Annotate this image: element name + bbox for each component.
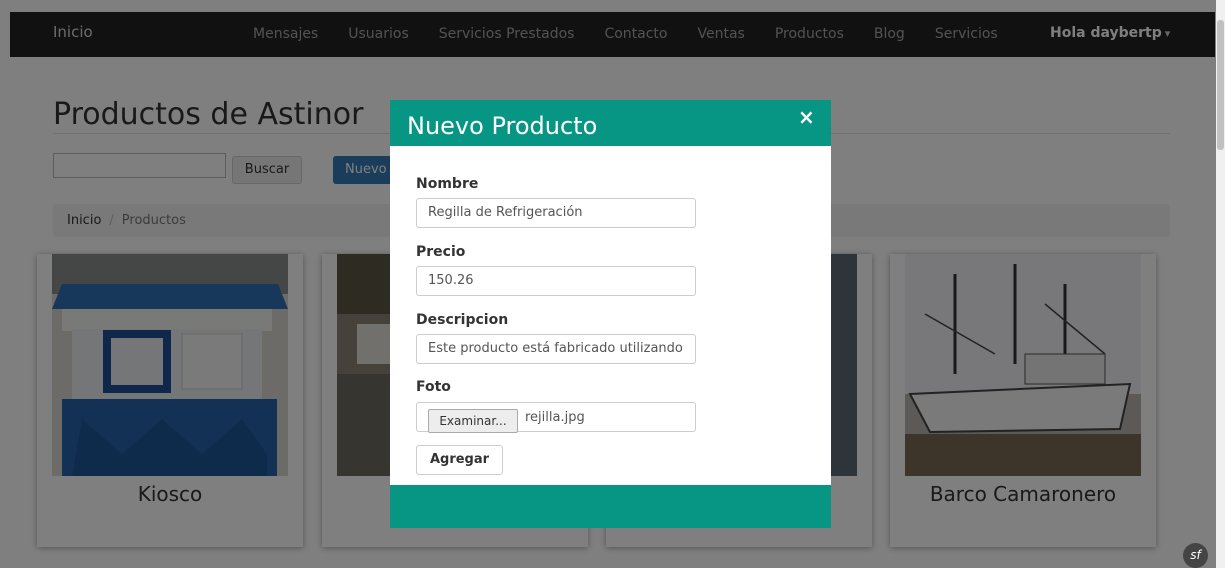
browse-file-button[interactable]: Examinar... bbox=[428, 409, 518, 433]
nombre-input[interactable]: Regilla de Refrigeración bbox=[416, 198, 696, 228]
selected-file-name: rejilla.jpg bbox=[525, 410, 585, 425]
close-icon[interactable]: × bbox=[798, 105, 815, 129]
precio-input[interactable]: 150.26 bbox=[416, 266, 696, 296]
nombre-label: Nombre bbox=[416, 176, 479, 192]
foto-label: Foto bbox=[416, 379, 451, 395]
descripcion-label: Descripcion bbox=[416, 312, 509, 328]
new-product-modal: Nuevo Producto × Nombre Regilla de Refri… bbox=[390, 100, 831, 528]
scrollbar-thumb[interactable] bbox=[1217, 20, 1224, 150]
foto-file-input[interactable]: Examinar... rejilla.jpg bbox=[416, 402, 696, 433]
modal-header: Nuevo Producto × bbox=[390, 100, 831, 146]
modal-title: Nuevo Producto bbox=[407, 112, 598, 140]
descripcion-input[interactable]: Este producto está fabricado utilizando bbox=[416, 334, 696, 364]
modal-footer bbox=[390, 485, 831, 528]
add-product-button[interactable]: Agregar bbox=[416, 445, 503, 475]
precio-label: Precio bbox=[416, 244, 466, 260]
symfony-toolbar-icon[interactable]: sf bbox=[1183, 543, 1208, 568]
